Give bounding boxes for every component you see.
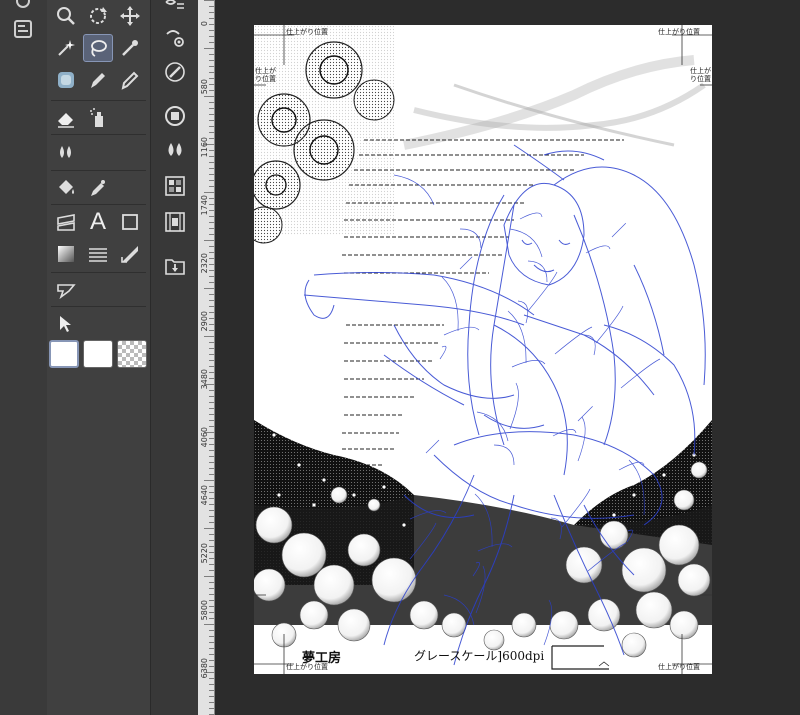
frame-icon[interactable]	[51, 208, 81, 236]
ruler-label: 4060	[200, 426, 209, 447]
rose-decoration	[254, 25, 395, 244]
main-color-swatch[interactable]	[49, 340, 79, 368]
ribbon-decoration	[403, 55, 706, 150]
ruler-label: 580	[200, 78, 209, 95]
eraser-icon[interactable]	[51, 104, 81, 132]
magnifier-icon[interactable]	[51, 2, 81, 30]
tool-divider	[51, 170, 146, 171]
pen-icon[interactable]	[83, 66, 113, 94]
eyedropper-icon[interactable]	[115, 34, 145, 62]
trim-mark-label-top-left: 仕上がり位置	[286, 28, 328, 36]
tool-divider	[51, 272, 146, 273]
blend-icon[interactable]	[51, 66, 81, 94]
gradient-icon[interactable]	[51, 240, 81, 268]
ruler-label: 1740	[200, 194, 209, 216]
tool-divider	[51, 100, 146, 101]
ruler-label: 0	[200, 21, 209, 27]
ruler-label: 6380	[200, 658, 209, 679]
resolution-text: 600dpi	[502, 649, 545, 663]
pencil-icon[interactable]	[115, 66, 145, 94]
ruler-icon[interactable]	[115, 240, 145, 268]
material-download-icon[interactable]	[163, 254, 187, 278]
ink-pen-icon[interactable]	[83, 174, 113, 202]
command-bar	[150, 0, 199, 715]
tool-divider	[51, 306, 146, 307]
decoration-icon[interactable]	[51, 138, 81, 166]
artwork	[254, 25, 712, 674]
color-mode-label: グレースケール]600dpi	[414, 649, 545, 663]
color-circle-icon[interactable]	[163, 104, 187, 128]
lasso-icon[interactable]	[83, 34, 113, 62]
rotate-icon[interactable]	[83, 2, 113, 30]
bucket-icon[interactable]	[51, 174, 81, 202]
trim-mark-label-right: 仕上がり位置	[690, 67, 711, 83]
ruler-label: 2900	[200, 310, 209, 332]
airbrush-icon[interactable]	[83, 104, 113, 132]
color-mode-text: グレースケール	[414, 649, 498, 663]
navigator-icon[interactable]	[12, 18, 34, 40]
trim-mark-label-bottom-right: 仕上がり位置	[658, 663, 700, 671]
ruler-label: 4640	[200, 484, 209, 505]
rect-icon[interactable]	[115, 208, 145, 236]
studio-name: 夢工房	[302, 651, 342, 666]
sub-color-swatch[interactable]	[83, 340, 113, 368]
intermediate-color-icon[interactable]	[163, 174, 187, 198]
ruler-label: 5220	[200, 542, 209, 563]
ruler-label: 2320	[200, 252, 209, 274]
left-rail	[0, 0, 47, 715]
move-icon[interactable]	[115, 2, 145, 30]
tool-divider	[51, 134, 146, 135]
trim-mark-label-top-right: 仕上がり位置	[658, 28, 700, 36]
sub-tool-icon[interactable]	[163, 0, 187, 20]
balloon-icon[interactable]	[51, 276, 81, 304]
ruler-label: 5800	[200, 600, 209, 621]
tool-divider	[51, 204, 146, 205]
tool-panel: A	[47, 0, 150, 715]
drawing-canvas[interactable]: 仕上がり位置 仕上がり位置 仕上がり位置 仕上がり位置 仕上がり位置 仕上がり位…	[254, 25, 712, 674]
transparent-color-swatch[interactable]	[117, 340, 147, 368]
magic-wand-icon[interactable]	[51, 34, 81, 62]
tool-settings-icon[interactable]	[163, 26, 187, 50]
brush-size-icon[interactable]	[163, 60, 187, 84]
ruler-label: 1160	[200, 136, 209, 158]
color-set-icon[interactable]	[163, 138, 187, 162]
footer-box	[551, 645, 610, 670]
vertical-ruler: 0 580 1160 1740 2320 2900 3480 4060 4640 5220 5800…	[198, 0, 215, 715]
operation-icon[interactable]	[51, 310, 81, 338]
text-icon[interactable]: A	[83, 208, 113, 236]
timeline-icon[interactable]	[163, 210, 187, 234]
trim-mark-label-left: 仕上がり位置	[255, 67, 276, 83]
lines-icon[interactable]	[83, 240, 113, 268]
ruler-label: 3480	[200, 368, 209, 390]
layer-property-icon[interactable]	[12, 0, 34, 12]
